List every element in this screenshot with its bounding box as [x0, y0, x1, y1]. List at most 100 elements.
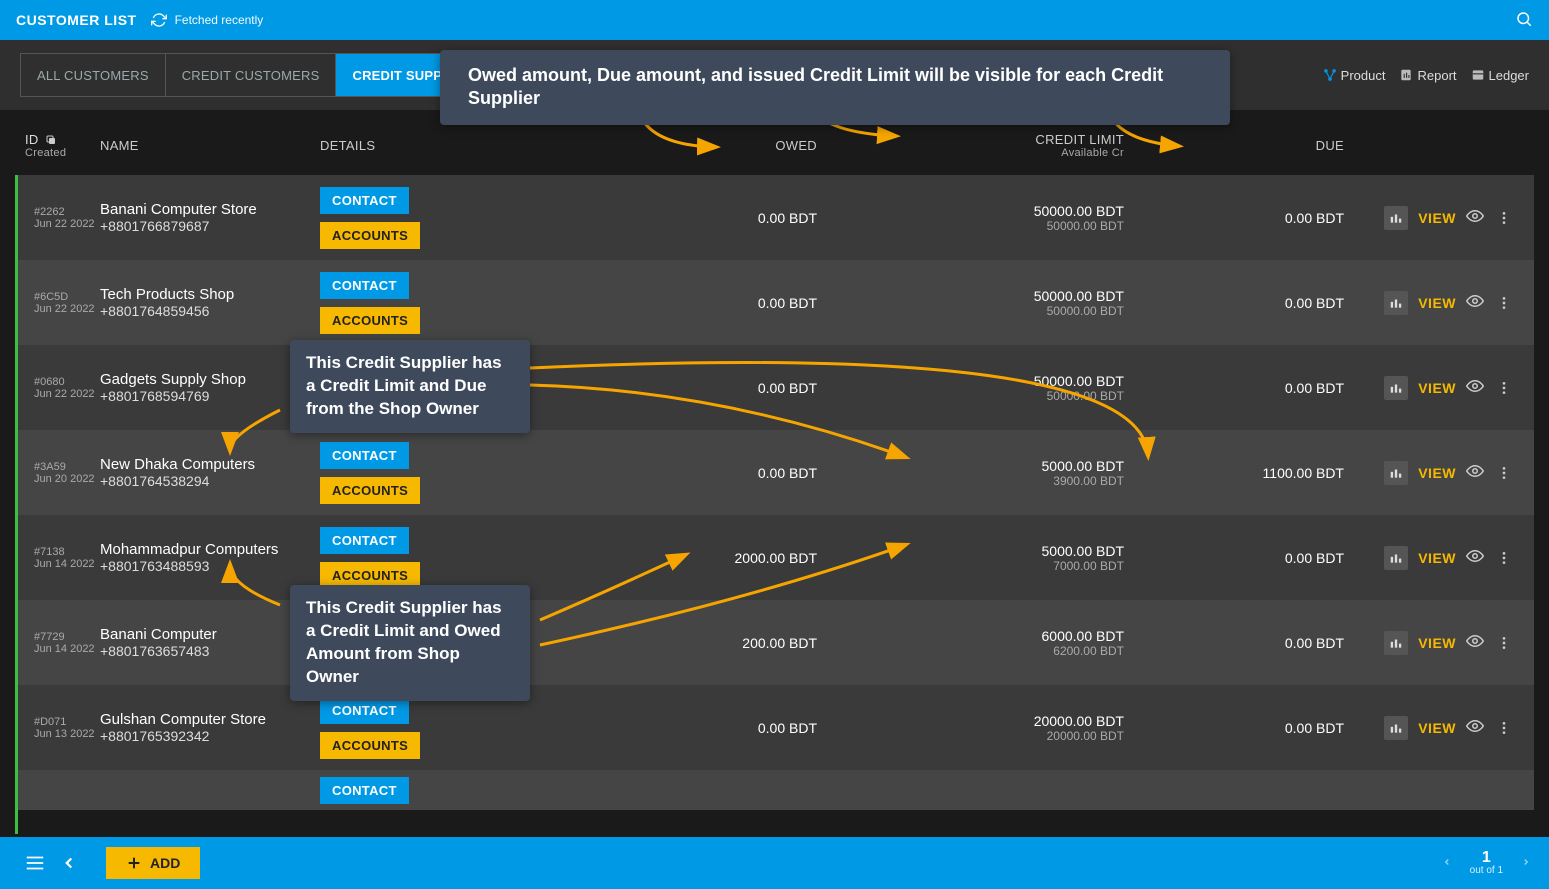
accounts-button[interactable]: ACCOUNTS	[320, 477, 420, 504]
accounts-button[interactable]: ACCOUNTS	[320, 732, 420, 759]
tab-credit-customers[interactable]: CREDIT CUSTOMERS	[166, 54, 337, 96]
eye-icon[interactable]	[1466, 292, 1484, 313]
col-due[interactable]: DUE	[1124, 138, 1344, 153]
cell-credit: 50000.00 BDT50000.00 BDT	[817, 288, 1124, 318]
view-button[interactable]: VIEW	[1418, 635, 1456, 651]
cell-name: Mohammadpur Computers+8801763488593	[100, 541, 320, 574]
cell-id: #7729Jun 14 2022	[28, 631, 100, 655]
cell-owed: 0.00 BDT	[510, 295, 817, 311]
accounts-button[interactable]: ACCOUNTS	[320, 222, 420, 249]
eye-icon[interactable]	[1466, 377, 1484, 398]
cell-name: Gadgets Supply Shop+8801768594769	[100, 371, 320, 404]
cell-credit: 20000.00 BDT20000.00 BDT	[817, 713, 1124, 743]
back-icon[interactable]	[52, 846, 86, 880]
cell-credit: 50000.00 BDT50000.00 BDT	[817, 373, 1124, 403]
view-button[interactable]: VIEW	[1418, 210, 1456, 226]
table-row[interactable]: #7729Jun 14 2022 Banani Computer+8801763…	[18, 600, 1534, 685]
refresh-icon	[151, 12, 167, 28]
cell-details: CONTACT	[320, 777, 510, 804]
plus-icon	[126, 855, 142, 871]
contact-button[interactable]: CONTACT	[320, 777, 409, 804]
refresh-status[interactable]: Fetched recently	[151, 12, 264, 28]
product-icon	[1323, 68, 1337, 82]
cell-due: 0.00 BDT	[1124, 380, 1344, 396]
view-button[interactable]: VIEW	[1418, 465, 1456, 481]
cell-name: Tech Products Shop+8801764859456	[100, 286, 320, 319]
view-button[interactable]: VIEW	[1418, 380, 1456, 396]
eye-icon[interactable]	[1466, 462, 1484, 483]
cell-credit: 50000.00 BDT50000.00 BDT	[817, 203, 1124, 233]
annotation-callout-due: This Credit Supplier has a Credit Limit …	[290, 340, 530, 433]
row-menu-icon[interactable]	[1484, 550, 1524, 566]
add-button[interactable]: ADD	[106, 847, 200, 879]
contact-button[interactable]: CONTACT	[320, 187, 409, 214]
eye-icon[interactable]	[1466, 717, 1484, 738]
report-icon	[1399, 68, 1413, 82]
table-body[interactable]: #2262Jun 22 2022 Banani Computer Store+8…	[15, 175, 1534, 834]
chart-icon[interactable]	[1384, 206, 1408, 230]
col-name[interactable]: NAME	[100, 138, 320, 153]
eye-icon[interactable]	[1466, 547, 1484, 568]
table-row[interactable]: #3A59Jun 20 2022 New Dhaka Computers+880…	[18, 430, 1534, 515]
cell-name: New Dhaka Computers+8801764538294	[100, 456, 320, 489]
report-link-label: Report	[1417, 68, 1456, 83]
table-row[interactable]: #7138Jun 14 2022 Mohammadpur Computers+8…	[18, 515, 1534, 600]
view-button[interactable]: VIEW	[1418, 295, 1456, 311]
cell-view: VIEW	[1344, 461, 1484, 485]
col-credit[interactable]: CREDIT LIMIT Available Cr	[817, 132, 1124, 159]
tab-all-customers[interactable]: ALL CUSTOMERS	[21, 54, 166, 96]
annotation-banner: Owed amount, Due amount, and issued Cred…	[440, 50, 1230, 125]
cell-id: #6C5DJun 22 2022	[28, 291, 100, 315]
eye-icon[interactable]	[1466, 207, 1484, 228]
chart-icon[interactable]	[1384, 376, 1408, 400]
row-menu-icon[interactable]	[1484, 295, 1524, 311]
cell-credit: 5000.00 BDT3900.00 BDT	[817, 458, 1124, 488]
view-button[interactable]: VIEW	[1418, 550, 1456, 566]
col-credit-label: CREDIT LIMIT	[1035, 132, 1124, 147]
cell-details: CONTACT ACCOUNTS	[320, 272, 510, 334]
contact-button[interactable]: CONTACT	[320, 527, 409, 554]
chart-icon[interactable]	[1384, 716, 1408, 740]
cell-id: #7138Jun 14 2022	[28, 546, 100, 570]
cell-owed: 0.00 BDT	[510, 210, 817, 226]
product-link[interactable]: Product	[1323, 68, 1386, 83]
chart-icon[interactable]	[1384, 291, 1408, 315]
contact-button[interactable]: CONTACT	[320, 272, 409, 299]
col-owed[interactable]: OWED	[510, 138, 817, 153]
col-id[interactable]: ID Created	[25, 132, 100, 159]
row-menu-icon[interactable]	[1484, 380, 1524, 396]
ledger-link-label: Ledger	[1489, 68, 1529, 83]
table-row[interactable]: #D071Jun 13 2022 Gulshan Computer Store+…	[18, 685, 1534, 770]
cell-id: #2262Jun 22 2022	[28, 206, 100, 230]
view-button[interactable]: VIEW	[1418, 720, 1456, 736]
pager-next-icon[interactable]	[1521, 855, 1531, 872]
accounts-button[interactable]: ACCOUNTS	[320, 307, 420, 334]
row-menu-icon[interactable]	[1484, 465, 1524, 481]
col-credit-sub: Available Cr	[817, 147, 1124, 159]
search-icon[interactable]	[1515, 10, 1533, 31]
pager-prev-icon[interactable]	[1442, 855, 1452, 872]
table-row[interactable]: CONTACT	[18, 770, 1534, 810]
menu-icon[interactable]	[18, 846, 52, 880]
cell-owed: 200.00 BDT	[510, 635, 817, 651]
row-menu-icon[interactable]	[1484, 720, 1524, 736]
cell-due: 0.00 BDT	[1124, 295, 1344, 311]
cell-view: VIEW	[1344, 716, 1484, 740]
eye-icon[interactable]	[1466, 632, 1484, 653]
chart-icon[interactable]	[1384, 631, 1408, 655]
table-row[interactable]: #0680Jun 22 2022 Gadgets Supply Shop+880…	[18, 345, 1534, 430]
row-menu-icon[interactable]	[1484, 210, 1524, 226]
contact-button[interactable]: CONTACT	[320, 442, 409, 469]
cell-credit: 6000.00 BDT6200.00 BDT	[817, 628, 1124, 658]
chart-icon[interactable]	[1384, 546, 1408, 570]
chart-icon[interactable]	[1384, 461, 1408, 485]
table-row[interactable]: #2262Jun 22 2022 Banani Computer Store+8…	[18, 175, 1534, 260]
cell-id: #3A59Jun 20 2022	[28, 461, 100, 485]
cell-due: 0.00 BDT	[1124, 550, 1344, 566]
report-link[interactable]: Report	[1399, 68, 1456, 83]
ledger-link[interactable]: Ledger	[1471, 68, 1529, 83]
cell-name: Banani Computer Store+8801766879687	[100, 201, 320, 234]
table-row[interactable]: #6C5DJun 22 2022 Tech Products Shop+8801…	[18, 260, 1534, 345]
page-title: CUSTOMER LIST	[16, 12, 137, 28]
row-menu-icon[interactable]	[1484, 635, 1524, 651]
